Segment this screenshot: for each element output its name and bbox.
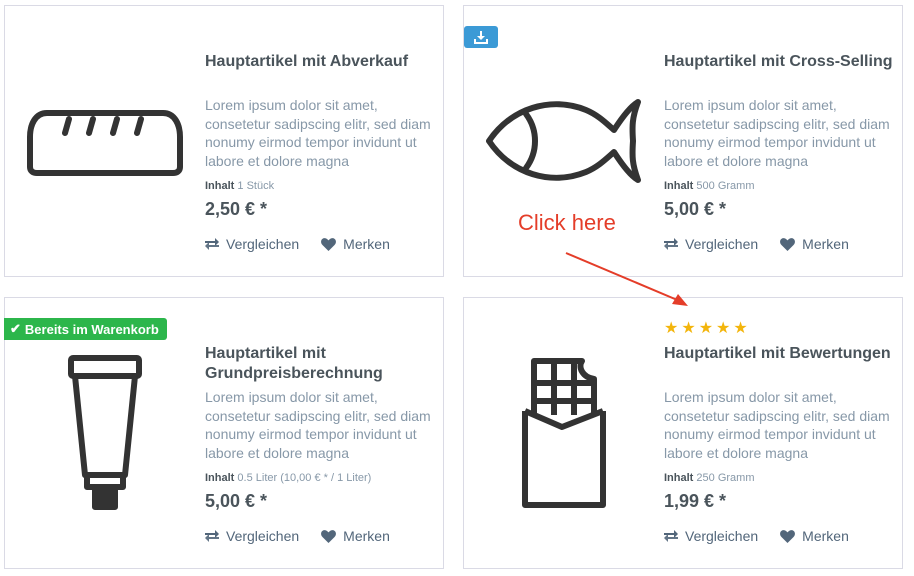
- checkmark-icon: ✔: [10, 321, 21, 336]
- product-title[interactable]: Hauptartikel mit Grundpreisberechnung: [205, 344, 440, 384]
- product-card[interactable]: ✔ Bereits im Warenkorb Hauptartikel mit …: [4, 297, 444, 569]
- product-card[interactable]: Hauptartikel mit Cross-Selling Lorem ips…: [463, 5, 903, 277]
- product-card[interactable]: Hauptartikel mit Abverkauf Lorem ipsum d…: [4, 5, 444, 277]
- product-actions: Vergleichen Merken: [205, 236, 390, 252]
- annotation-arrow-icon: [565, 252, 688, 306]
- content-label: Inhalt: [205, 472, 235, 484]
- tube-icon: [68, 355, 142, 510]
- compare-button[interactable]: Vergleichen: [205, 528, 299, 544]
- product-title[interactable]: Hauptartikel mit Bewertungen: [664, 344, 899, 364]
- content-value: 250 Gramm: [696, 472, 755, 484]
- product-description: Lorem ipsum dolor sit amet, consetetur s…: [205, 97, 431, 169]
- compare-label: Vergleichen: [226, 236, 300, 252]
- wishlist-button[interactable]: Merken: [321, 528, 390, 544]
- product-content: Inhalt 500 Gramm: [664, 180, 754, 192]
- content-label: Inhalt: [664, 180, 694, 192]
- product-image[interactable]: [13, 26, 197, 256]
- annotation-text: Click here: [518, 210, 616, 235]
- product-description: Lorem ipsum dolor sit amet, consetetur s…: [664, 389, 890, 461]
- heart-icon: [321, 529, 337, 543]
- wishlist-label: Merken: [343, 236, 390, 252]
- compare-label: Vergleichen: [685, 528, 759, 544]
- product-actions: Vergleichen Merken: [205, 528, 390, 544]
- content-value: 500 Gramm: [696, 180, 755, 192]
- content-label: Inhalt: [664, 472, 694, 484]
- fish-icon: [486, 99, 641, 183]
- compare-icon: [664, 238, 678, 250]
- product-content: Inhalt 1 Stück: [205, 180, 274, 192]
- wishlist-label: Merken: [802, 236, 849, 252]
- wishlist-button[interactable]: Merken: [780, 236, 849, 252]
- star-icon: ★: [698, 320, 714, 337]
- compare-icon: [664, 530, 678, 542]
- product-image[interactable]: [472, 348, 656, 518]
- product-content: Inhalt 0.5 Liter (10,00 € * / 1 Liter): [205, 472, 371, 484]
- product-title[interactable]: Hauptartikel mit Cross-Selling: [664, 52, 899, 72]
- chocolate-icon: [522, 358, 606, 508]
- content-value: 0.5 Liter (10,00 € * / 1 Liter): [237, 472, 372, 484]
- content-label: Inhalt: [205, 180, 235, 192]
- in-cart-label: Bereits im Warenkorb: [24, 321, 159, 337]
- product-price: 5,00 € *: [664, 199, 727, 219]
- heart-icon: [780, 237, 796, 251]
- wishlist-button[interactable]: Merken: [780, 528, 849, 544]
- heart-icon: [321, 237, 337, 251]
- compare-button[interactable]: Vergleichen: [205, 236, 299, 252]
- in-cart-badge: ✔ Bereits im Warenkorb: [4, 318, 167, 340]
- product-description: Lorem ipsum dolor sit amet, consetetur s…: [664, 97, 890, 169]
- star-icon: ★: [664, 320, 679, 337]
- heart-icon: [780, 529, 796, 543]
- product-description: Lorem ipsum dolor sit amet, consetetur s…: [205, 389, 431, 461]
- product-price: 5,00 € *: [205, 491, 268, 511]
- star-icon: ★: [733, 320, 748, 337]
- compare-icon: [205, 530, 219, 542]
- star-icon: ★: [681, 320, 696, 337]
- bread-icon: [27, 110, 183, 176]
- compare-label: Vergleichen: [226, 528, 300, 544]
- product-title[interactable]: Hauptartikel mit Abverkauf: [205, 52, 440, 72]
- compare-button[interactable]: Vergleichen: [664, 528, 758, 544]
- product-actions: Vergleichen Merken: [664, 528, 849, 544]
- compare-icon: [205, 238, 219, 250]
- product-content: Inhalt 250 Gramm: [664, 472, 754, 484]
- rating-stars: ★ ★ ★ ★ ★: [664, 318, 748, 338]
- product-price: 1,99 € *: [664, 491, 727, 511]
- wishlist-label: Merken: [802, 528, 849, 544]
- wishlist-label: Merken: [343, 528, 390, 544]
- star-icon: ★: [716, 320, 731, 337]
- product-image[interactable]: [13, 348, 197, 518]
- product-card[interactable]: ★ ★ ★ ★ ★ Hauptartikel mit Bewertungen L…: [463, 297, 903, 569]
- product-price: 2,50 € *: [205, 199, 268, 219]
- wishlist-button[interactable]: Merken: [321, 236, 390, 252]
- compare-label: Vergleichen: [685, 236, 759, 252]
- content-value: 1 Stück: [237, 180, 275, 192]
